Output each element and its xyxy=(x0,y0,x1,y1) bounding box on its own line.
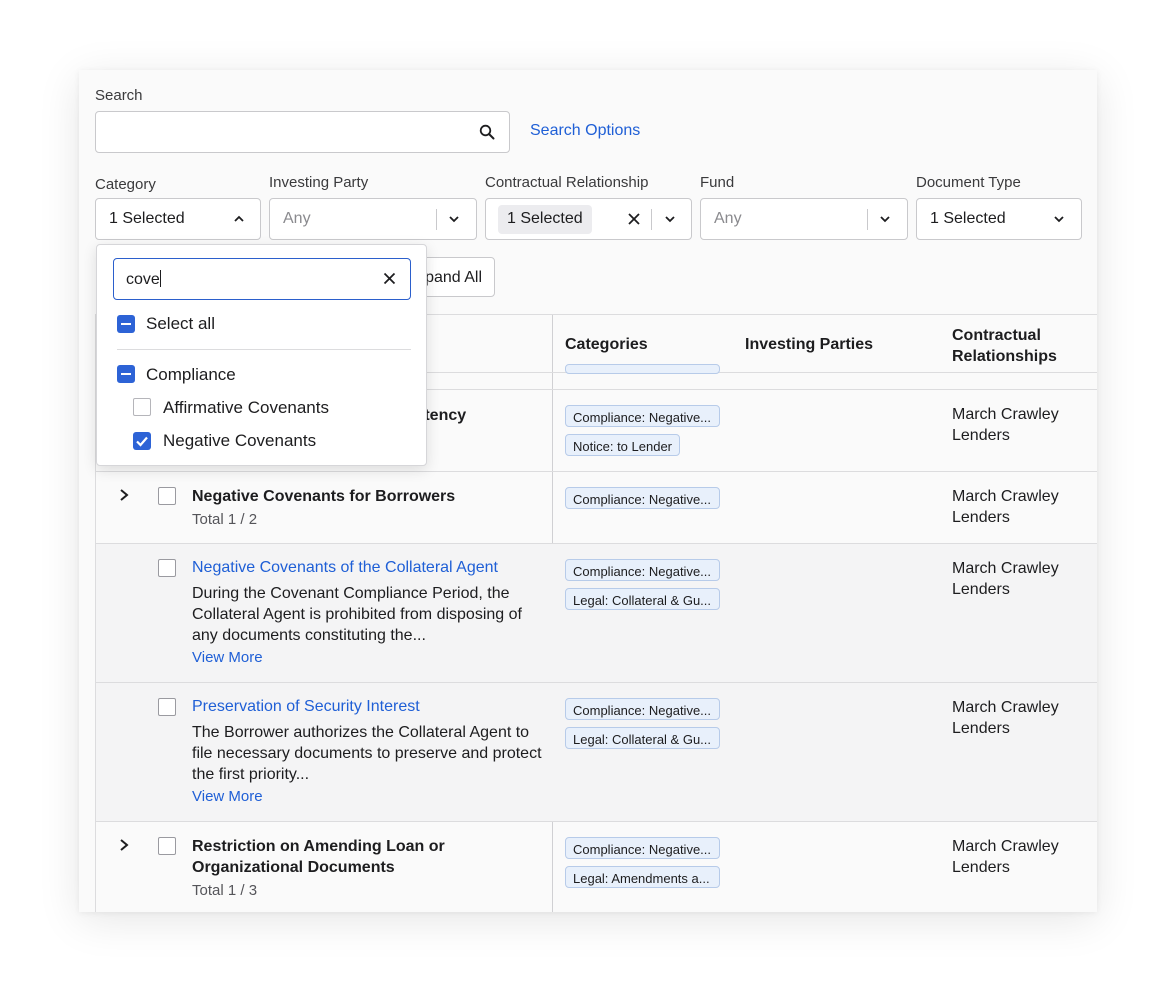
row-total: Total 1 / 3 xyxy=(192,882,258,899)
chevron-down-icon[interactable] xyxy=(448,213,460,225)
investing-party-select[interactable]: Any xyxy=(269,198,477,240)
search-input[interactable] xyxy=(95,111,510,153)
option-label[interactable]: Affirmative Covenants xyxy=(163,398,329,418)
category-tag: Legal: Collateral & Gu... xyxy=(565,588,720,610)
contractual-relationship-label: Contractual Relationship xyxy=(485,174,649,191)
investing-party-label: Investing Party xyxy=(269,174,369,191)
category-tag xyxy=(565,364,720,374)
row-checkbox[interactable] xyxy=(158,837,176,855)
row-title[interactable]: Negative Covenants for Borrowers xyxy=(192,486,455,507)
category-tag: Legal: Collateral & Gu... xyxy=(565,727,720,749)
category-tag: Notice: to Lender xyxy=(565,434,681,456)
relationship-value: March Crawley Lenders xyxy=(952,488,1059,526)
header-contractual-relationships[interactable]: Contractual Relationships xyxy=(952,325,1082,367)
row-description: During the Covenant Compliance Period, t… xyxy=(192,585,522,644)
relationship-value: March Crawley Lenders xyxy=(952,838,1059,876)
chevron-down-icon[interactable] xyxy=(664,213,676,225)
option-checkbox[interactable] xyxy=(133,398,151,416)
chevron-down-icon[interactable] xyxy=(879,213,891,225)
filter-panel: Search Search Options Category Investing… xyxy=(79,70,1097,912)
text-caret xyxy=(159,270,161,287)
category-filter-input[interactable]: cove xyxy=(113,258,411,300)
category-select[interactable]: 1 Selected xyxy=(95,198,261,240)
row-title-link[interactable]: Negative Covenants of the Collateral Age… xyxy=(192,559,498,577)
chevron-down-icon[interactable] xyxy=(1053,213,1065,225)
checkmark-icon xyxy=(136,436,148,447)
view-more-link[interactable]: View More xyxy=(192,788,263,805)
table-row[interactable]: Preservation of Security Interest The Bo… xyxy=(96,683,1097,821)
document-type-select[interactable]: 1 Selected xyxy=(916,198,1082,240)
option-checkbox-checked[interactable] xyxy=(133,432,151,450)
row-total: Total 1 / 2 xyxy=(192,511,258,528)
table-row[interactable]: Negative Covenants for Borrowers Total 1… xyxy=(96,472,1097,543)
option-label[interactable]: Negative Covenants xyxy=(163,431,316,451)
fund-label: Fund xyxy=(700,174,735,191)
expand-all-label: pand All xyxy=(425,269,482,286)
relationship-value: March Crawley Lenders xyxy=(952,560,1059,598)
select-divider xyxy=(436,209,437,230)
search-options-link[interactable]: Search Options xyxy=(530,122,640,140)
table-row[interactable]: Restriction on Amending Loan or Organiza… xyxy=(96,822,1097,912)
row-checkbox[interactable] xyxy=(158,559,176,577)
chevron-up-icon[interactable] xyxy=(233,213,245,225)
investing-party-value: Any xyxy=(283,210,311,227)
document-type-value: 1 Selected xyxy=(930,210,1006,227)
category-tag: Compliance: Negative... xyxy=(565,405,720,427)
select-divider xyxy=(867,209,868,230)
category-tag: Compliance: Negative... xyxy=(565,837,720,859)
select-all-label[interactable]: Select all xyxy=(146,314,215,334)
fund-select[interactable]: Any xyxy=(700,198,908,240)
category-tag: Compliance: Negative... xyxy=(565,487,720,509)
search-label: Search xyxy=(95,87,143,104)
category-dropdown: cove Select all Compliance Affirmative C… xyxy=(96,244,427,466)
fund-value: Any xyxy=(714,210,742,227)
row-checkbox[interactable] xyxy=(158,487,176,505)
category-tag: Compliance: Negative... xyxy=(565,559,720,581)
row-title-link[interactable]: Preservation of Security Interest xyxy=(192,698,420,716)
select-divider xyxy=(651,209,652,230)
select-all-checkbox[interactable] xyxy=(117,315,135,333)
category-tag: Legal: Amendments a... xyxy=(565,866,720,888)
document-type-label: Document Type xyxy=(916,174,1021,191)
chevron-right-icon[interactable] xyxy=(118,488,130,502)
group-label[interactable]: Compliance xyxy=(146,365,236,385)
search-icon[interactable] xyxy=(479,124,495,140)
row-checkbox[interactable] xyxy=(158,698,176,716)
header-categories[interactable]: Categories xyxy=(565,336,648,354)
clear-search-icon[interactable] xyxy=(383,272,396,285)
table-row[interactable]: Negative Covenants of the Collateral Age… xyxy=(96,544,1097,682)
selected-chip: 1 Selected xyxy=(498,205,592,234)
group-checkbox[interactable] xyxy=(117,365,135,383)
filter-query: cove xyxy=(126,271,160,288)
relationship-value: March Crawley Lenders xyxy=(952,406,1059,444)
row-title[interactable]: Restriction on Amending Loan or Organiza… xyxy=(192,836,492,878)
contractual-relationship-select[interactable]: 1 Selected xyxy=(485,198,692,240)
dropdown-divider xyxy=(117,349,411,350)
category-value: 1 Selected xyxy=(109,210,185,227)
header-investing-parties[interactable]: Investing Parties xyxy=(745,336,873,354)
clear-icon[interactable] xyxy=(627,212,641,226)
chevron-right-icon[interactable] xyxy=(118,838,130,852)
category-label: Category xyxy=(95,176,156,193)
category-tag: Compliance: Negative... xyxy=(565,698,720,720)
row-description: The Borrower authorizes the Collateral A… xyxy=(192,724,542,783)
view-more-link[interactable]: View More xyxy=(192,649,263,666)
relationship-value: March Crawley Lenders xyxy=(952,699,1059,737)
